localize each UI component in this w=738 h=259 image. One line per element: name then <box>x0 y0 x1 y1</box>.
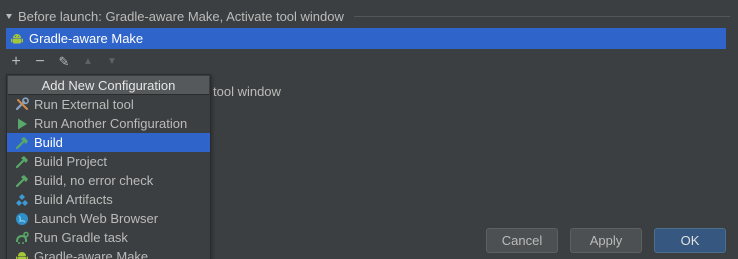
before-launch-header[interactable]: Before launch: Gradle-aware Make, Activa… <box>6 6 730 26</box>
menu-item-label: Build, no error check <box>34 173 154 188</box>
menu-item-build-no-error-check[interactable]: Build, no error check <box>7 171 210 190</box>
task-toolbar: + − ✎ ▲ ▼ <box>8 52 120 72</box>
menu-item-build-project[interactable]: Build Project <box>7 152 210 171</box>
menu-item-label: Run Gradle task <box>34 230 128 245</box>
hammer-icon <box>14 173 30 189</box>
edit-icon[interactable]: ✎ <box>56 54 72 70</box>
android-icon <box>9 31 25 47</box>
menu-item-label: Launch Web Browser <box>34 211 159 226</box>
add-task-popup: Add New Configuration Run External tool … <box>6 74 211 259</box>
menu-item-label: Build Project <box>34 154 107 169</box>
menu-item-run-external-tool[interactable]: Run External tool <box>7 95 210 114</box>
before-launch-task-row[interactable]: Gradle-aware Make <box>6 28 726 49</box>
task-label: Gradle-aware Make <box>29 31 144 46</box>
popup-title: Add New Configuration <box>8 76 209 95</box>
artifacts-icon <box>14 192 30 208</box>
add-icon[interactable]: + <box>8 54 24 70</box>
menu-item-label: Build Artifacts <box>34 192 113 207</box>
activate-tool-window-label: tool window <box>213 84 281 99</box>
before-launch-panel: Before launch: Gradle-aware Make, Activa… <box>0 0 738 259</box>
remove-icon[interactable]: − <box>32 54 48 70</box>
section-title: Before launch: Gradle-aware Make, Activa… <box>18 8 344 24</box>
hammer-icon <box>14 154 30 170</box>
ok-button[interactable]: OK <box>654 228 726 253</box>
menu-item-gradle-aware-make[interactable]: Gradle-aware Make <box>7 247 210 259</box>
menu-item-run-gradle-task[interactable]: Run Gradle task <box>7 228 210 247</box>
hammer-icon <box>14 135 30 151</box>
menu-item-label: Run Another Configuration <box>34 116 188 131</box>
android-icon <box>14 249 30 259</box>
menu-item-build-artifacts[interactable]: Build Artifacts <box>7 190 210 209</box>
apply-button[interactable]: Apply <box>570 228 642 253</box>
menu-item-build[interactable]: Build <box>7 133 210 152</box>
move-down-icon[interactable]: ▼ <box>104 54 120 70</box>
tools-icon <box>14 97 30 113</box>
run-icon <box>14 116 30 132</box>
cancel-button[interactable]: Cancel <box>486 228 558 253</box>
gradle-icon <box>14 230 30 246</box>
menu-item-launch-web-browser[interactable]: Launch Web Browser <box>7 209 210 228</box>
menu-item-label: Run External tool <box>34 97 134 112</box>
collapse-triangle-icon[interactable] <box>6 13 12 19</box>
menu-item-run-another-configuration[interactable]: Run Another Configuration <box>7 114 210 133</box>
globe-icon <box>14 211 30 227</box>
section-divider <box>353 15 730 17</box>
menu-item-label: Build <box>34 135 63 150</box>
move-up-icon[interactable]: ▲ <box>80 54 96 70</box>
menu-item-label: Gradle-aware Make <box>34 249 149 259</box>
